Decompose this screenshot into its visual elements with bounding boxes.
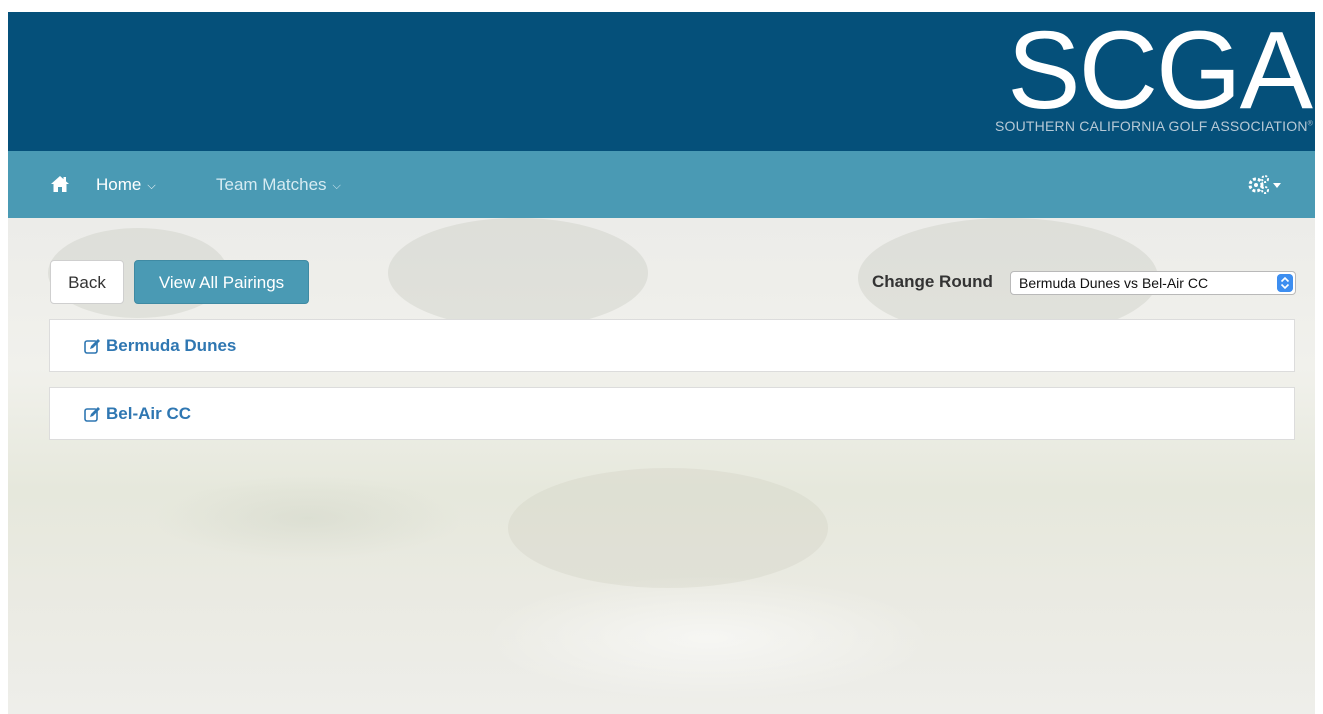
nav-item-home[interactable]: Home ⌵	[96, 151, 156, 218]
change-round-select[interactable]: Bermuda Dunes vs Bel-Air CC	[1010, 271, 1296, 295]
select-arrows-icon	[1277, 274, 1293, 292]
app-window: SCGA SOUTHERN CALIFORNIA GOLF ASSOCIATIO…	[8, 12, 1315, 714]
background-foliage	[508, 468, 828, 588]
team-link-bermuda-dunes[interactable]: Bermuda Dunes	[84, 320, 236, 372]
round-select-value: Bermuda Dunes vs Bel-Air CC	[1019, 275, 1209, 291]
edit-icon	[84, 406, 100, 422]
team-panel: Bel-Air CC	[49, 387, 1295, 440]
nav-home-label: Home	[96, 175, 142, 194]
nav-item-team-matches[interactable]: Team Matches ⌵	[216, 151, 341, 218]
team-link-bel-air-cc[interactable]: Bel-Air CC	[84, 388, 191, 440]
main-navbar: Home ⌵ Team Matches ⌵	[8, 151, 1315, 218]
team-name: Bermuda Dunes	[106, 336, 237, 355]
home-icon[interactable]	[50, 174, 70, 194]
back-button[interactable]: Back	[50, 260, 124, 304]
background-foliage	[388, 218, 648, 328]
chevron-down-icon: ⌵	[332, 180, 341, 192]
chevron-down-icon: ⌵	[147, 180, 156, 192]
logo-text: SCGA	[1007, 12, 1313, 132]
logo-subtitle-text: SOUTHERN CALIFORNIA GOLF ASSOCIATION	[994, 118, 1308, 134]
nav-team-matches-label: Team Matches	[216, 175, 327, 194]
registered-mark: ®	[1307, 120, 1313, 128]
scga-logo[interactable]: SCGA SOUTHERN CALIFORNIA GOLF ASSOCIATIO…	[955, 12, 1315, 151]
logo-subtitle: SOUTHERN CALIFORNIA GOLF ASSOCIATION®	[995, 118, 1313, 134]
change-round-label: Change Round	[872, 272, 993, 291]
team-name: Bel-Air CC	[106, 404, 192, 423]
view-all-pairings-button[interactable]: View All Pairings	[134, 260, 309, 304]
gears-icon[interactable]	[1241, 173, 1291, 197]
team-panel: Bermuda Dunes	[49, 319, 1295, 372]
edit-icon	[84, 338, 100, 354]
site-header: SCGA SOUTHERN CALIFORNIA GOLF ASSOCIATIO…	[8, 12, 1315, 151]
